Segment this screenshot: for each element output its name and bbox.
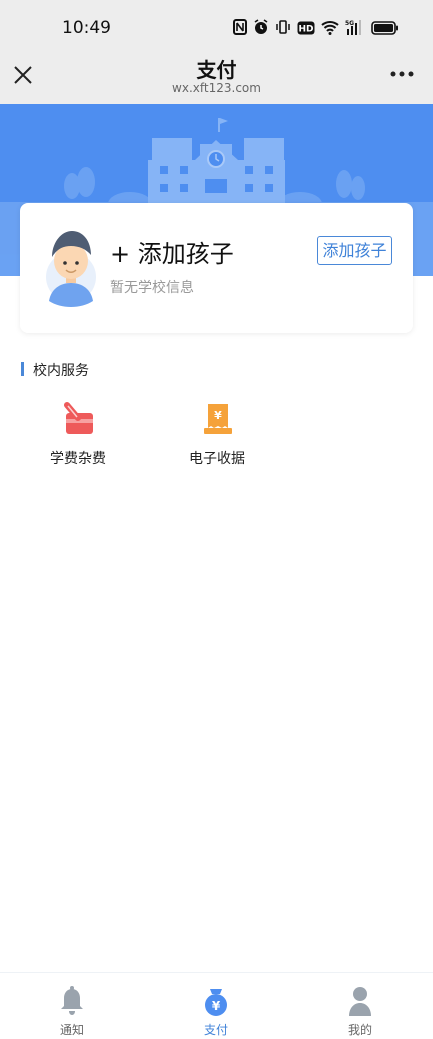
svg-text:¥: ¥ bbox=[212, 999, 221, 1013]
service-label: 电子收据 bbox=[189, 451, 245, 467]
tab-mine[interactable]: 我的 bbox=[315, 981, 405, 1037]
service-label: 学费杂费 bbox=[50, 451, 106, 467]
service-tuition[interactable]: 学费杂费 bbox=[28, 398, 128, 470]
child-avatar-icon bbox=[46, 231, 96, 307]
tab-label: 支付 bbox=[203, 1023, 228, 1037]
add-child-button[interactable]: 添加孩子 bbox=[317, 236, 392, 265]
signal-icon: 5G bbox=[345, 19, 365, 39]
no-school-info: 暂无学校信息 bbox=[110, 280, 194, 296]
status-time: 10:49 bbox=[62, 18, 111, 38]
status-icons: HD 5G bbox=[233, 19, 399, 39]
tuition-card-icon bbox=[64, 402, 93, 434]
svg-text:HD: HD bbox=[298, 24, 313, 34]
tab-label: 我的 bbox=[347, 1023, 372, 1037]
add-child-title[interactable]: + 添加孩子 bbox=[110, 234, 234, 269]
money-bag-icon: ¥ bbox=[205, 989, 227, 1016]
more-icon bbox=[390, 71, 414, 77]
nfc-icon bbox=[233, 19, 247, 39]
service-receipt[interactable]: ¥ 电子收据 bbox=[167, 398, 267, 470]
network-label: 5G bbox=[345, 20, 354, 27]
battery-icon bbox=[371, 20, 399, 39]
bell-icon bbox=[61, 986, 83, 1015]
alarm-icon bbox=[253, 19, 269, 39]
child-card: + 添加孩子 暂无学校信息 添加孩子 bbox=[20, 203, 413, 333]
tab-notice[interactable]: 通知 bbox=[27, 981, 117, 1037]
svg-text:¥: ¥ bbox=[214, 409, 222, 422]
page-title: 支付 bbox=[196, 58, 237, 82]
receipt-icon: ¥ bbox=[204, 404, 232, 434]
page-url: wx.xft123.com bbox=[172, 81, 261, 95]
wifi-icon bbox=[321, 20, 339, 39]
tab-pay[interactable]: ¥ 支付 bbox=[171, 981, 261, 1037]
nav-bar: 支付 wx.xft123.com bbox=[0, 50, 433, 104]
section-title-services: 校内服务 bbox=[21, 360, 89, 380]
bottom-tab-bar: 通知 ¥ 支付 我的 bbox=[0, 972, 433, 1039]
hd-icon: HD bbox=[297, 20, 315, 39]
tab-label: 通知 bbox=[59, 1023, 84, 1037]
child-avatar bbox=[44, 225, 98, 307]
vibrate-icon bbox=[275, 19, 291, 39]
person-icon bbox=[349, 987, 371, 1016]
more-button[interactable] bbox=[389, 64, 415, 84]
